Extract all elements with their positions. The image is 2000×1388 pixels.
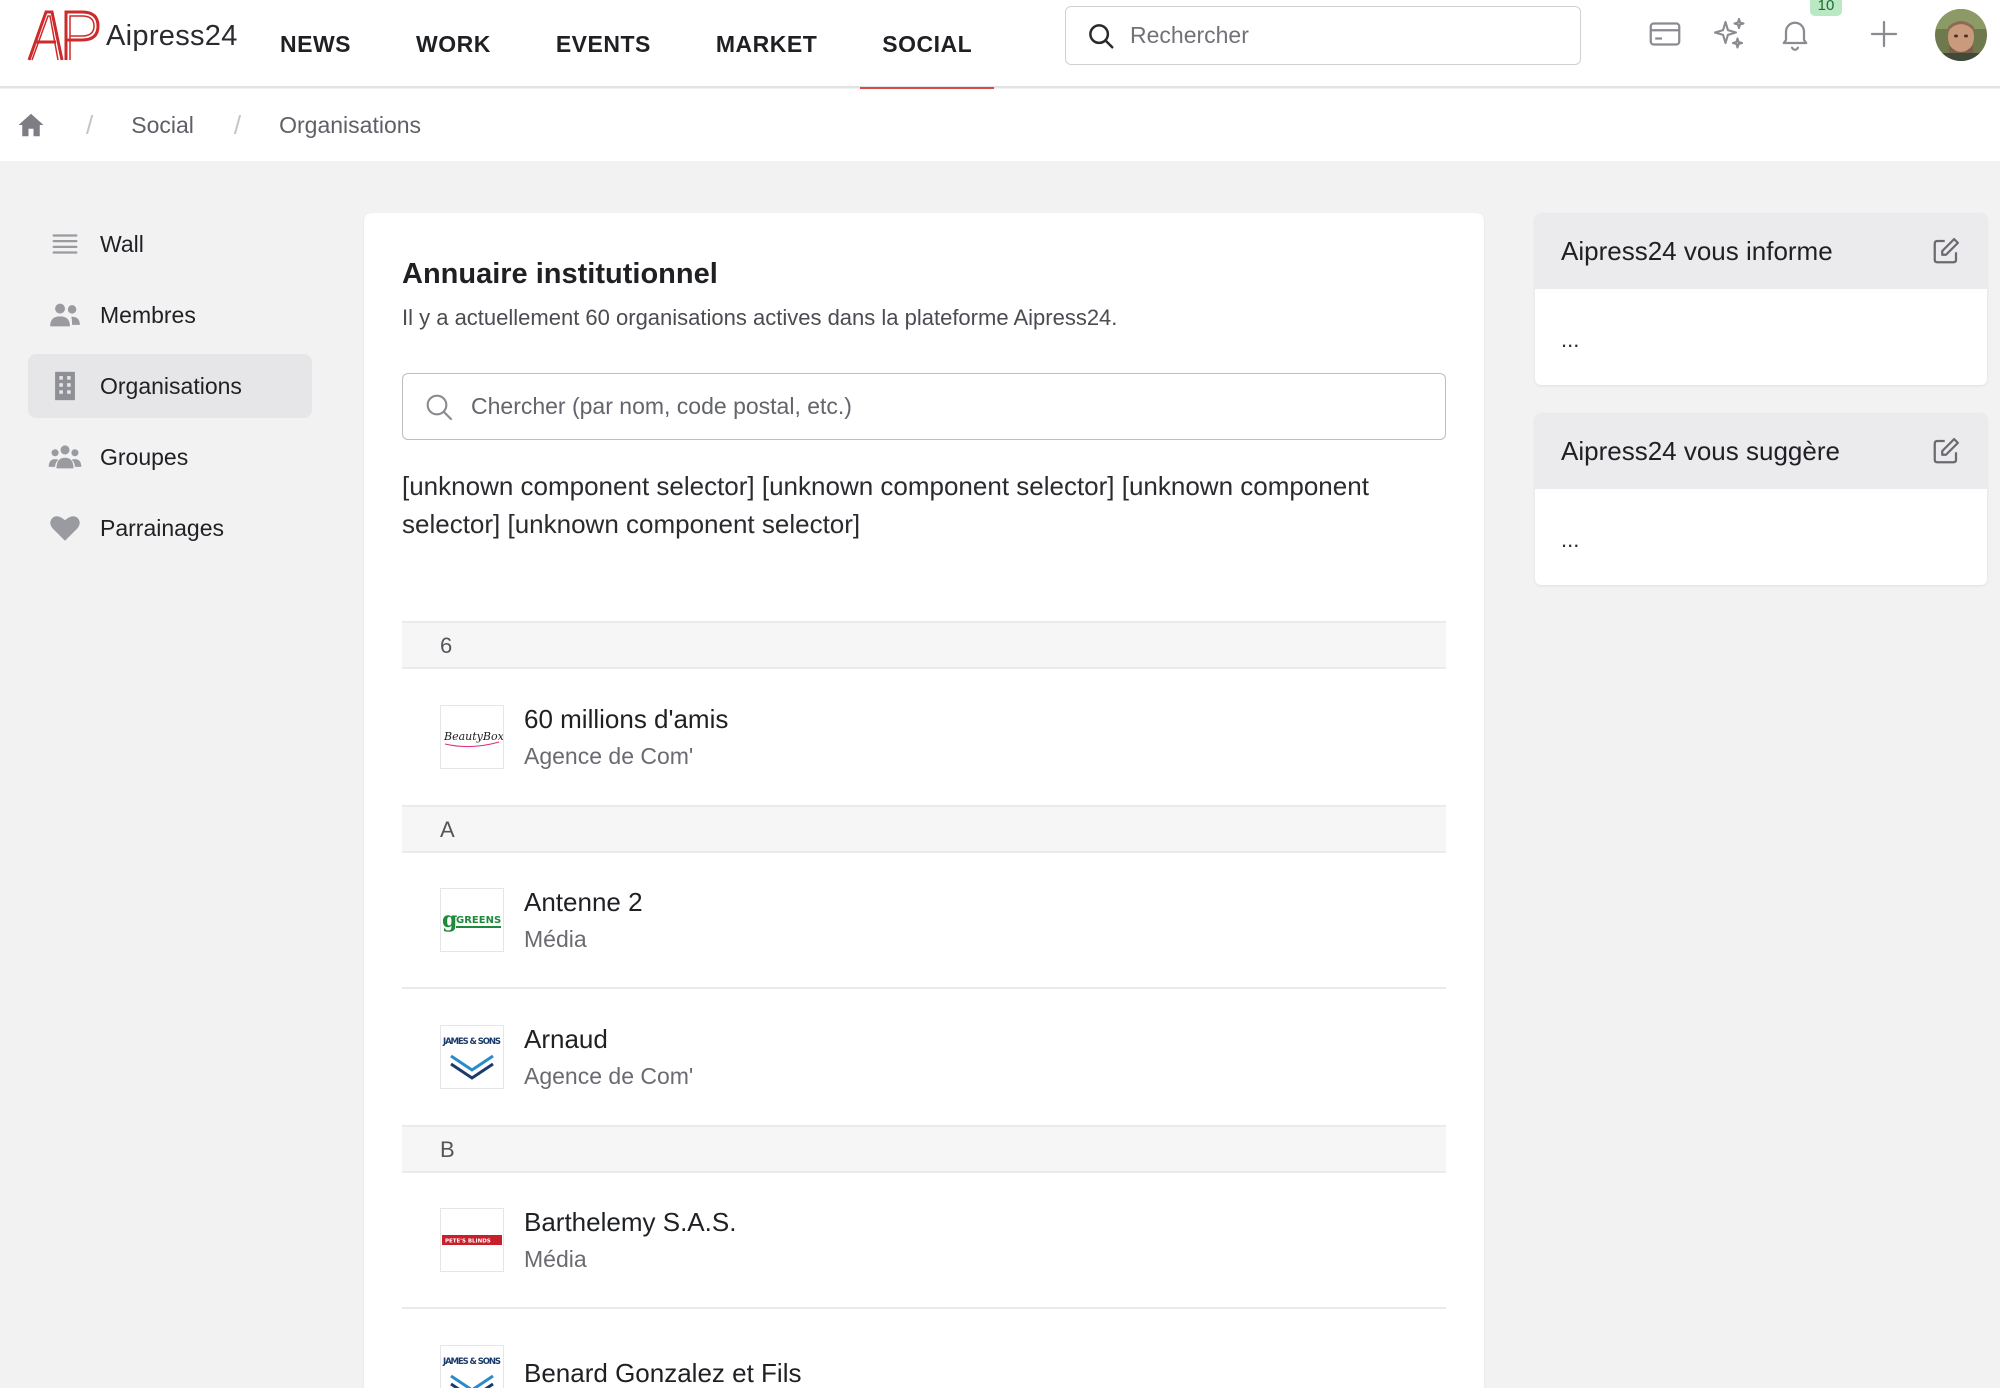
sidebar-item-label: Membres (100, 301, 196, 328)
breadcrumb-separator: / (86, 109, 94, 140)
org-logo: JAMES & SONS (440, 1025, 504, 1089)
nav-news[interactable]: NEWS (258, 0, 373, 88)
nav-events[interactable]: EVENTS (534, 0, 673, 88)
nav-work[interactable]: WORK (394, 0, 513, 88)
logo-text: BeautyBox (443, 730, 503, 743)
page-title: Annuaire institutionnel (402, 258, 718, 290)
home-icon[interactable] (16, 110, 46, 140)
widget-body: ... (1561, 527, 1580, 552)
avatar-image (1935, 9, 1987, 61)
james-sons-logo: JAMES & SONS (442, 1037, 501, 1080)
sidebar-item-wall[interactable]: Wall (28, 212, 312, 276)
global-search[interactable] (1065, 6, 1581, 65)
logo-text: PETE'S BLINDS (445, 1239, 491, 1245)
list-icon (52, 234, 78, 254)
notification-badge: 10 (1810, 0, 1842, 16)
sidebar-item-label: Organisations (100, 372, 242, 399)
widget-title: Aipress24 vous suggère (1561, 435, 1840, 466)
sparkles-icon[interactable] (1712, 16, 1748, 52)
main-nav: NEWS WORK EVENTS MARKET SOCIAL (258, 0, 1015, 90)
search-icon (426, 394, 453, 420)
nav-social[interactable]: SOCIAL (860, 0, 995, 90)
plus-icon[interactable] (1866, 16, 1902, 52)
greens-logo: g GREENS (442, 907, 501, 933)
org-name: Antenne 2 (524, 887, 643, 917)
sidebar-item-groupes[interactable]: Groupes (28, 425, 312, 489)
info-widget: Aipress24 vous informe ... (1535, 213, 1987, 385)
edit-icon[interactable] (1931, 236, 1961, 266)
letter-header: A (402, 805, 1446, 853)
logo-text: JAMES & SONS (442, 1357, 501, 1367)
org-logo: JAMES & SONS (440, 1345, 504, 1388)
sidebar: Wall Membres Organisations Groupes Parra… (28, 212, 312, 567)
org-logo: BeautyBox (440, 705, 504, 769)
suggestion-widget: Aipress24 vous suggère ... (1535, 413, 1987, 585)
org-type: Média (524, 926, 587, 952)
org-name: Barthelemy S.A.S. (524, 1207, 737, 1237)
global-search-input[interactable] (1130, 22, 1550, 49)
org-logo: PETE'S BLINDS (440, 1208, 504, 1272)
logo-icon (27, 10, 100, 61)
list-item[interactable]: BeautyBox 60 millions d'amis Agence de C… (402, 669, 1446, 805)
org-search-input[interactable] (471, 393, 1371, 420)
organisation-list: 6 BeautyBox 60 millions d'amis Agence de… (402, 621, 1446, 1388)
card-icon[interactable] (1647, 16, 1683, 52)
nav-market[interactable]: MARKET (694, 0, 839, 88)
list-item[interactable]: JAMES & SONS Arnaud Agence de Com' (402, 989, 1446, 1125)
user-avatar[interactable] (1935, 9, 1987, 61)
org-name: Arnaud (524, 1024, 608, 1054)
sidebar-item-label: Wall (100, 230, 144, 257)
breadcrumb: / Social / Organisations (0, 89, 2000, 161)
org-type: Agence de Com' (524, 1063, 694, 1089)
list-item[interactable]: JAMES & SONS Benard Gonzalez et Fils (402, 1309, 1446, 1388)
top-navbar: Aipress24 NEWS WORK EVENTS MARKET SOCIAL… (0, 0, 2000, 90)
app-logo[interactable]: Aipress24 (26, 8, 238, 64)
bell-icon[interactable] (1777, 16, 1813, 52)
widget-body: ... (1561, 327, 1580, 352)
list-item[interactable]: PETE'S BLINDS Barthelemy S.A.S. Média (402, 1173, 1446, 1309)
sidebar-item-parrainages[interactable]: Parrainages (28, 496, 312, 560)
sidebar-item-label: Groupes (100, 443, 189, 470)
logo-text: GREENS (456, 915, 501, 926)
heart-icon (50, 516, 80, 541)
org-name: 60 millions d'amis (524, 704, 729, 734)
group-icon (48, 445, 82, 469)
breadcrumb-social[interactable]: Social (131, 112, 194, 139)
sidebar-item-organisations[interactable]: Organisations (28, 354, 312, 418)
org-name: Benard Gonzalez et Fils (524, 1357, 802, 1388)
logo-text: JAMES & SONS (442, 1037, 501, 1047)
building-icon (55, 371, 75, 401)
james-sons-logo: JAMES & SONS (442, 1357, 501, 1388)
letter-header: B (402, 1125, 1446, 1173)
org-type: Média (524, 1246, 587, 1272)
widget-title: Aipress24 vous informe (1561, 235, 1833, 266)
sidebar-item-membres[interactable]: Membres (28, 283, 312, 347)
unknown-component-text: [unknown component selector] [unknown co… (402, 471, 1369, 539)
letter-header: 6 (402, 621, 1446, 669)
sidebar-item-label: Parrainages (100, 514, 225, 541)
edit-icon[interactable] (1931, 436, 1961, 466)
petes-blinds-logo: PETE'S BLINDS (442, 1235, 502, 1245)
org-type: Agence de Com' (524, 743, 694, 769)
page-subtitle: Il y a actuellement 60 organisations act… (402, 305, 1118, 330)
app-name: Aipress24 (106, 19, 238, 52)
list-item[interactable]: g GREENS Antenne 2 Média (402, 853, 1446, 989)
breadcrumb-organisations[interactable]: Organisations (279, 112, 421, 139)
organisations-directory: Annuaire institutionnel Il y a actuellem… (364, 213, 1484, 1388)
org-search[interactable] (402, 373, 1446, 440)
breadcrumb-separator: / (233, 109, 242, 140)
org-logo: g GREENS (440, 888, 504, 952)
users-icon (50, 303, 80, 327)
beautybox-logo: BeautyBox (443, 730, 503, 748)
search-icon (1089, 23, 1114, 48)
